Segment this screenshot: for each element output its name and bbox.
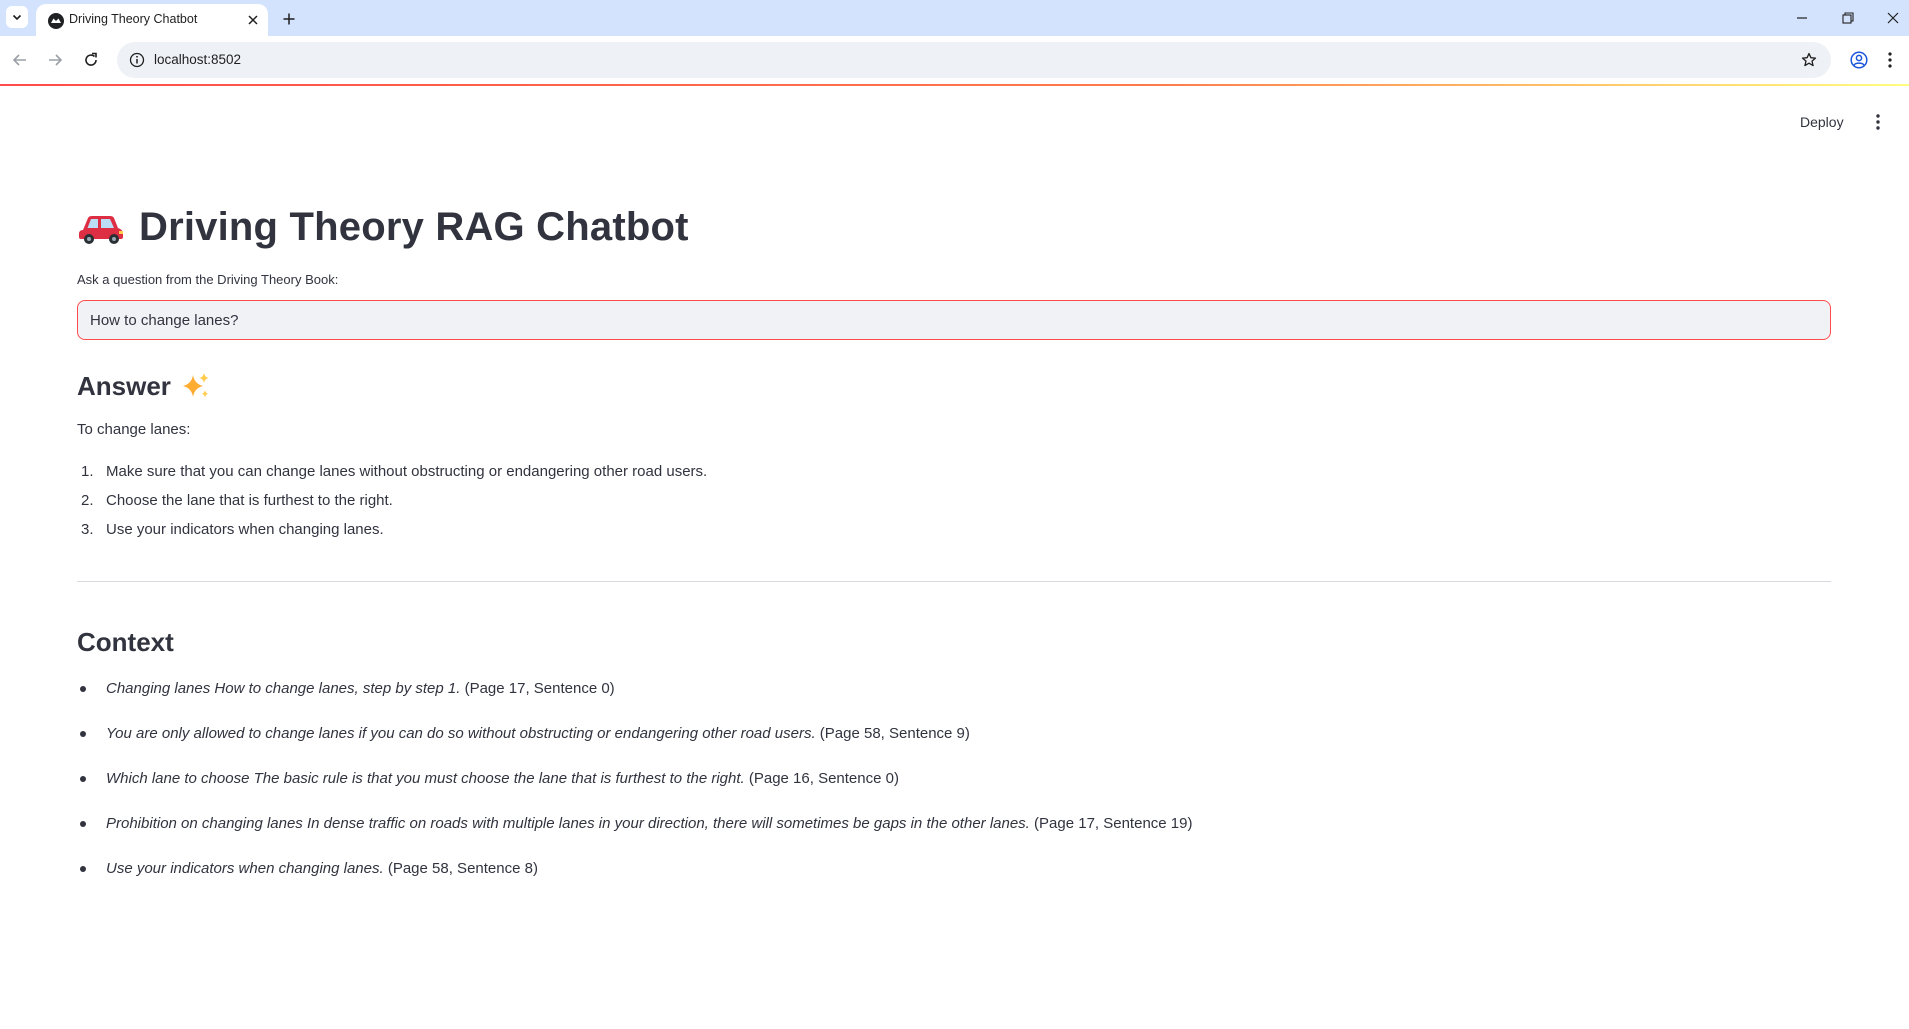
address-bar[interactable]: localhost:8502 [117, 42, 1831, 78]
answer-step: 3. Use your indicators when changing lane… [77, 520, 1831, 549]
profile-button[interactable] [1847, 48, 1871, 72]
plus-icon [283, 13, 295, 25]
more-vert-icon [1888, 52, 1892, 68]
question-input-label: Ask a question from the Driving Theory B… [77, 272, 339, 287]
streamlit-favicon-icon [48, 13, 64, 29]
reload-icon [85, 52, 97, 66]
site-info-icon[interactable] [129, 52, 145, 68]
answer-step: 2. Choose the lane that is furthest to th… [77, 491, 1831, 520]
bullet [80, 686, 86, 692]
context-item: Use your indicators when changing lanes.… [77, 859, 1831, 904]
browser-menu-button[interactable] [1882, 48, 1898, 72]
step-number: 3. [81, 521, 94, 538]
step-text: Make sure that you can change lanes with… [106, 463, 708, 480]
restore-button[interactable] [1836, 6, 1860, 30]
new-tab-button[interactable] [278, 8, 300, 30]
question-input-container[interactable] [77, 300, 1831, 340]
minimize-button[interactable] [1790, 6, 1814, 30]
page-title: Driving Theory RAG Chatbot [139, 204, 689, 249]
star-icon [1801, 52, 1817, 67]
restore-icon [1842, 12, 1854, 24]
answer-heading-text: Answer [77, 370, 171, 401]
bullet [80, 776, 86, 782]
context-item: Which lane to choose The basic rule is t… [77, 769, 1831, 814]
tab-title: Driving Theory Chatbot [69, 12, 198, 26]
bullet [80, 866, 86, 872]
context-quote: You are only allowed to change lanes if … [106, 725, 816, 742]
question-input[interactable] [90, 301, 1810, 339]
context-quote: Use your indicators when changing lanes. [106, 860, 384, 877]
url-text[interactable]: localhost:8502 [154, 52, 241, 67]
bullet [80, 731, 86, 737]
forward-button[interactable] [43, 48, 67, 72]
context-source: (Page 17, Sentence 19) [1034, 815, 1193, 832]
bookmark-star-button[interactable] [1799, 50, 1819, 70]
minimize-icon [1797, 17, 1807, 19]
step-text: Use your indicators when changing lanes. [106, 521, 384, 538]
tab-search-button[interactable] [6, 6, 28, 28]
context-item: Changing lanes How to change lanes, step… [77, 679, 1831, 724]
context-source: (Page 58, Sentence 8) [387, 860, 538, 877]
more-vert-icon [1876, 114, 1880, 130]
app-header-decoration [0, 84, 1909, 86]
answer-step: 1. Make sure that you can change lanes wi… [77, 462, 1831, 491]
car-icon [79, 216, 123, 244]
browser-tab-strip: Driving Theory Chatbot [0, 0, 1909, 36]
profile-icon [1850, 51, 1868, 69]
title-row: Driving Theory RAG Chatbot [77, 190, 1831, 264]
main-content: Driving Theory RAG Chatbot Ask a questio… [77, 190, 1831, 904]
window-close-button[interactable] [1881, 6, 1905, 30]
sparkles-icon [182, 373, 209, 398]
back-button[interactable] [8, 48, 32, 72]
context-heading: Context [77, 627, 174, 657]
tab-close-button[interactable] [244, 11, 262, 29]
context-list: Changing lanes How to change lanes, step… [77, 679, 1831, 904]
bullet [80, 821, 86, 827]
answer-steps-list: 1. Make sure that you can change lanes wi… [77, 462, 1831, 549]
context-source: (Page 17, Sentence 0) [464, 680, 615, 697]
browser-toolbar: localhost:8502 [0, 36, 1909, 84]
context-source: (Page 16, Sentence 0) [748, 770, 899, 787]
step-text: Choose the lane that is furthest to the … [106, 492, 393, 509]
close-icon [1887, 12, 1899, 24]
browser-tab-active[interactable]: Driving Theory Chatbot [36, 4, 268, 36]
context-item: Prohibition on changing lanes In dense t… [77, 814, 1831, 859]
context-quote: Prohibition on changing lanes In dense t… [106, 815, 1030, 832]
answer-heading: Answer [77, 368, 1831, 404]
answer-intro: To change lanes: [77, 421, 191, 438]
context-source: (Page 58, Sentence 9) [819, 725, 970, 742]
arrow-left-icon [12, 54, 26, 66]
context-quote: Which lane to choose The basic rule is t… [106, 770, 745, 787]
app-menu-button[interactable] [1868, 110, 1888, 134]
close-icon [248, 15, 258, 25]
context-quote: Changing lanes How to change lanes, step… [106, 680, 461, 697]
deploy-button[interactable]: Deploy [1794, 110, 1850, 134]
context-item: You are only allowed to change lanes if … [77, 724, 1831, 769]
reload-button[interactable] [79, 48, 103, 72]
arrow-right-icon [49, 54, 63, 66]
divider [77, 581, 1831, 582]
step-number: 2. [81, 492, 94, 509]
chevron-down-icon [12, 14, 22, 21]
step-number: 1. [81, 463, 94, 480]
